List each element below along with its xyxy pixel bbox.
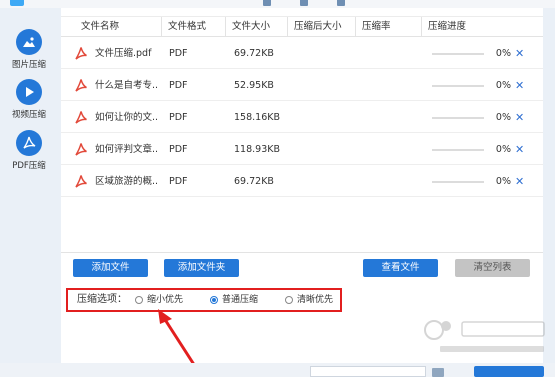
bottom-bar [0, 363, 555, 377]
folder-icon[interactable] [432, 368, 444, 377]
start-compress-button[interactable] [474, 366, 544, 377]
watermark-logo [424, 320, 545, 352]
output-path-field[interactable] [310, 366, 426, 377]
